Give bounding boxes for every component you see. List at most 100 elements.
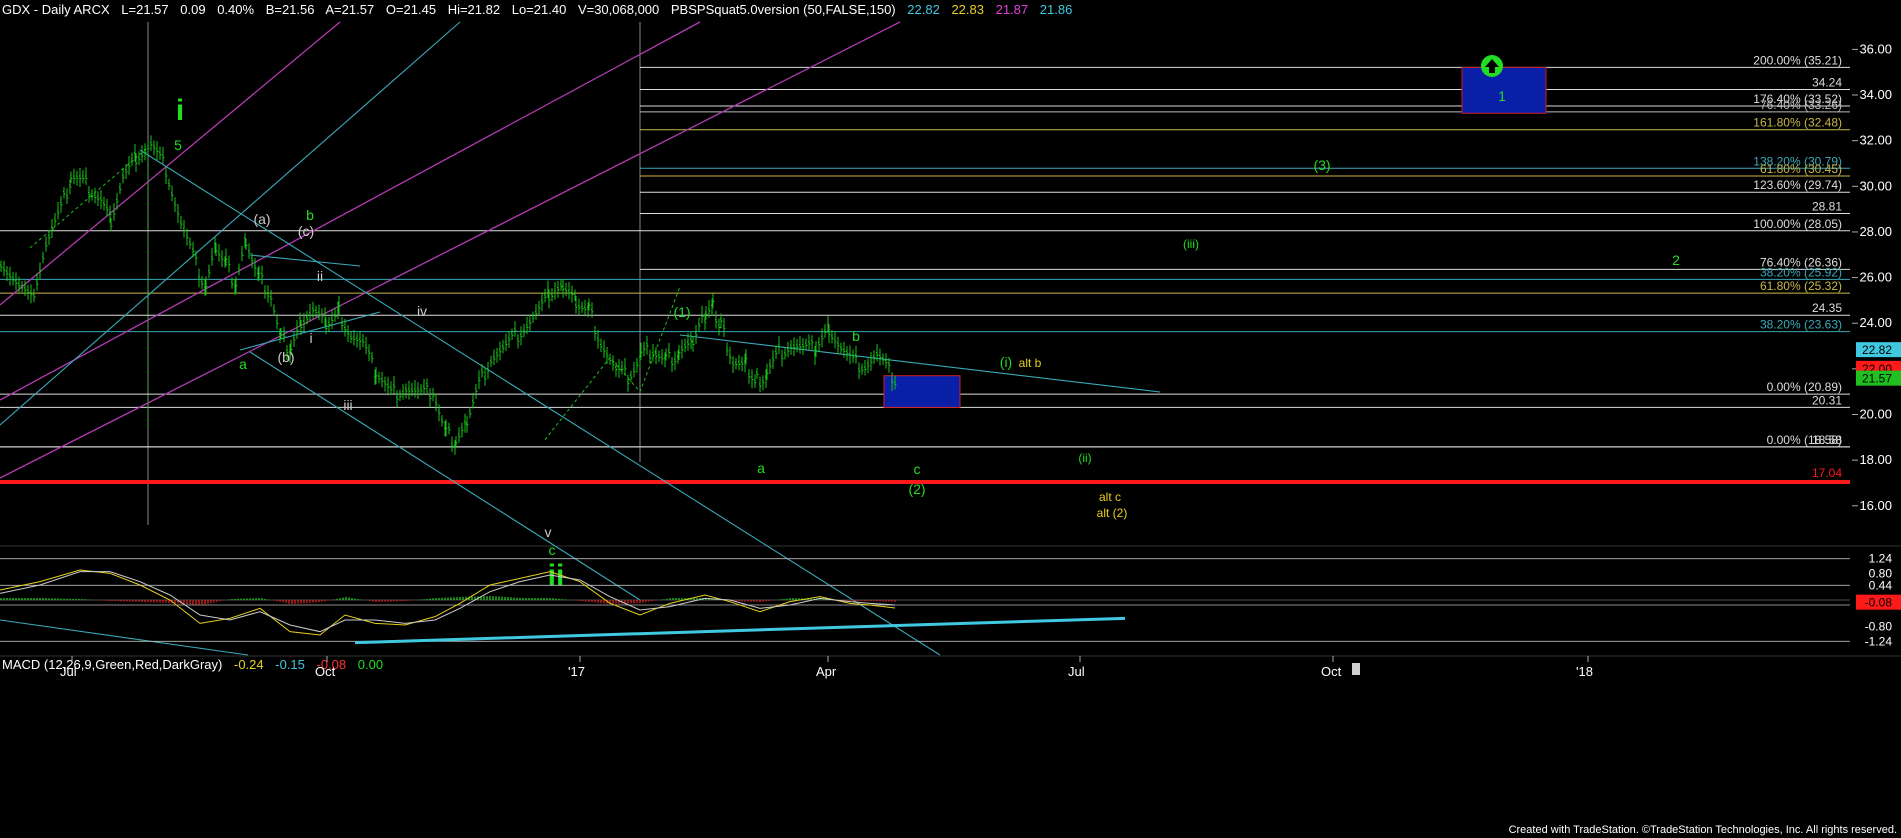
price-bar: [454, 440, 457, 455]
y-tick-label: 22.00: [1859, 361, 1892, 376]
price-bar: [633, 361, 636, 378]
price-bar: [51, 219, 54, 239]
price-bar: [276, 313, 279, 330]
wave-label: ii: [548, 559, 565, 592]
price-bar: [135, 152, 138, 172]
price-bar: [79, 168, 82, 187]
macd-value-1: -0.24: [233, 657, 264, 672]
price-bar: [141, 144, 144, 163]
price-bar: [387, 376, 390, 396]
price-bar: [399, 389, 402, 402]
macd-header: MACD (12,26,9,Green,Red,DarkGray) -0.24 …: [2, 657, 391, 672]
price-bar: [726, 342, 729, 356]
price-bar: [215, 242, 218, 257]
price-bar: [180, 215, 183, 230]
price-bar: [588, 298, 591, 310]
price-bar: [261, 265, 264, 285]
price-bar: [708, 300, 711, 318]
fib-level-label: 0.00% (20.89): [1767, 380, 1842, 394]
price-bar: [390, 381, 393, 395]
price-bar: [568, 281, 571, 300]
price-bar: [793, 337, 796, 357]
fib-level-label: 200.00% (35.21): [1753, 53, 1842, 67]
price-bar: [420, 384, 423, 396]
wave-dash-line: [29, 146, 149, 431]
price-bar: [435, 393, 438, 412]
price-bar: [144, 143, 147, 161]
price-bar: [371, 351, 374, 364]
last-price: L=21.57: [121, 2, 169, 17]
price-bar: [448, 422, 451, 435]
wave-dash-line: [544, 286, 681, 440]
price-bar: [12, 271, 15, 286]
price-bar: [532, 311, 535, 323]
price-bar: [39, 262, 42, 280]
wave-label: (1): [673, 304, 690, 320]
macd-trend-line: [354, 616, 1126, 645]
bid-price: B=21.56: [265, 2, 315, 17]
wave-label: b: [852, 328, 860, 344]
price-bar: [591, 302, 594, 318]
price-bar: [245, 238, 248, 250]
wave-label: alt (2): [1097, 506, 1128, 520]
price-bar: [325, 318, 328, 335]
price-bar: [873, 350, 876, 364]
price-bar: [831, 329, 834, 344]
price-bar: [523, 323, 526, 338]
chart-window: GDX - Daily ARCX L=21.57 0.09 0.40% B=21…: [0, 0, 1901, 838]
price-bar: [766, 363, 769, 380]
price-bar: [701, 305, 704, 324]
price-bar: [677, 350, 680, 364]
macd-value-3: -0.08: [316, 657, 347, 672]
price-bar: [341, 317, 344, 331]
price-bar: [852, 349, 855, 363]
purple-channel-top: [0, 21, 341, 306]
fib-level-label: 161.80% (32.48): [1753, 116, 1842, 130]
price-bar: [678, 345, 681, 360]
wave-label: (iii): [1183, 237, 1199, 251]
price-bar: [33, 288, 36, 303]
price-bar: [526, 316, 529, 335]
price-bar: [514, 321, 517, 337]
price-bar: [784, 348, 787, 360]
price-tag-label: 21.57: [1862, 372, 1892, 386]
price-chart[interactable]: 36.00 34.00 32.00 30.00 28.00 26.00 24.00 22.00…: [0, 0, 1901, 838]
price-bar: [338, 295, 341, 315]
price-bar: [811, 335, 814, 350]
fib-level-label: 28.81: [1812, 199, 1842, 213]
price-bar: [119, 182, 122, 195]
price-bar: [365, 336, 368, 355]
price-bar: [882, 353, 885, 365]
price-bar: [538, 300, 541, 316]
price-bar: [481, 364, 484, 378]
price-bar: [36, 273, 39, 291]
wave-label: a: [757, 460, 765, 476]
price-bar: [356, 332, 359, 348]
x-tick-label: Apr: [816, 664, 837, 679]
price-bar: [218, 244, 221, 262]
price-bar: [741, 356, 744, 372]
macd-value-4: 0.00: [357, 657, 384, 672]
purple-channel-upper: [0, 21, 701, 401]
price-bar: [30, 284, 33, 304]
price-bar: [643, 341, 646, 357]
price-bar: [715, 311, 718, 329]
price-bar: [204, 278, 207, 297]
price-bar: [799, 335, 802, 354]
price-bar: [781, 349, 784, 367]
price-bar: [270, 289, 273, 307]
macd-tick-label: -0.80: [1865, 620, 1893, 634]
macd-line: [0, 569, 896, 636]
price-bar: [639, 348, 642, 368]
price-bar: [846, 346, 849, 361]
price-bar: [411, 382, 414, 397]
wave-label: 2: [1672, 252, 1680, 268]
price-bar: [3, 260, 6, 277]
price-bar: [759, 376, 762, 393]
price-bar: [445, 419, 448, 437]
price-bar: [94, 187, 97, 204]
up-arrow-glyph: [1485, 59, 1499, 73]
wave-label: iii: [343, 397, 352, 413]
price-bar: [712, 293, 715, 307]
cyan-short-line: [239, 311, 381, 351]
